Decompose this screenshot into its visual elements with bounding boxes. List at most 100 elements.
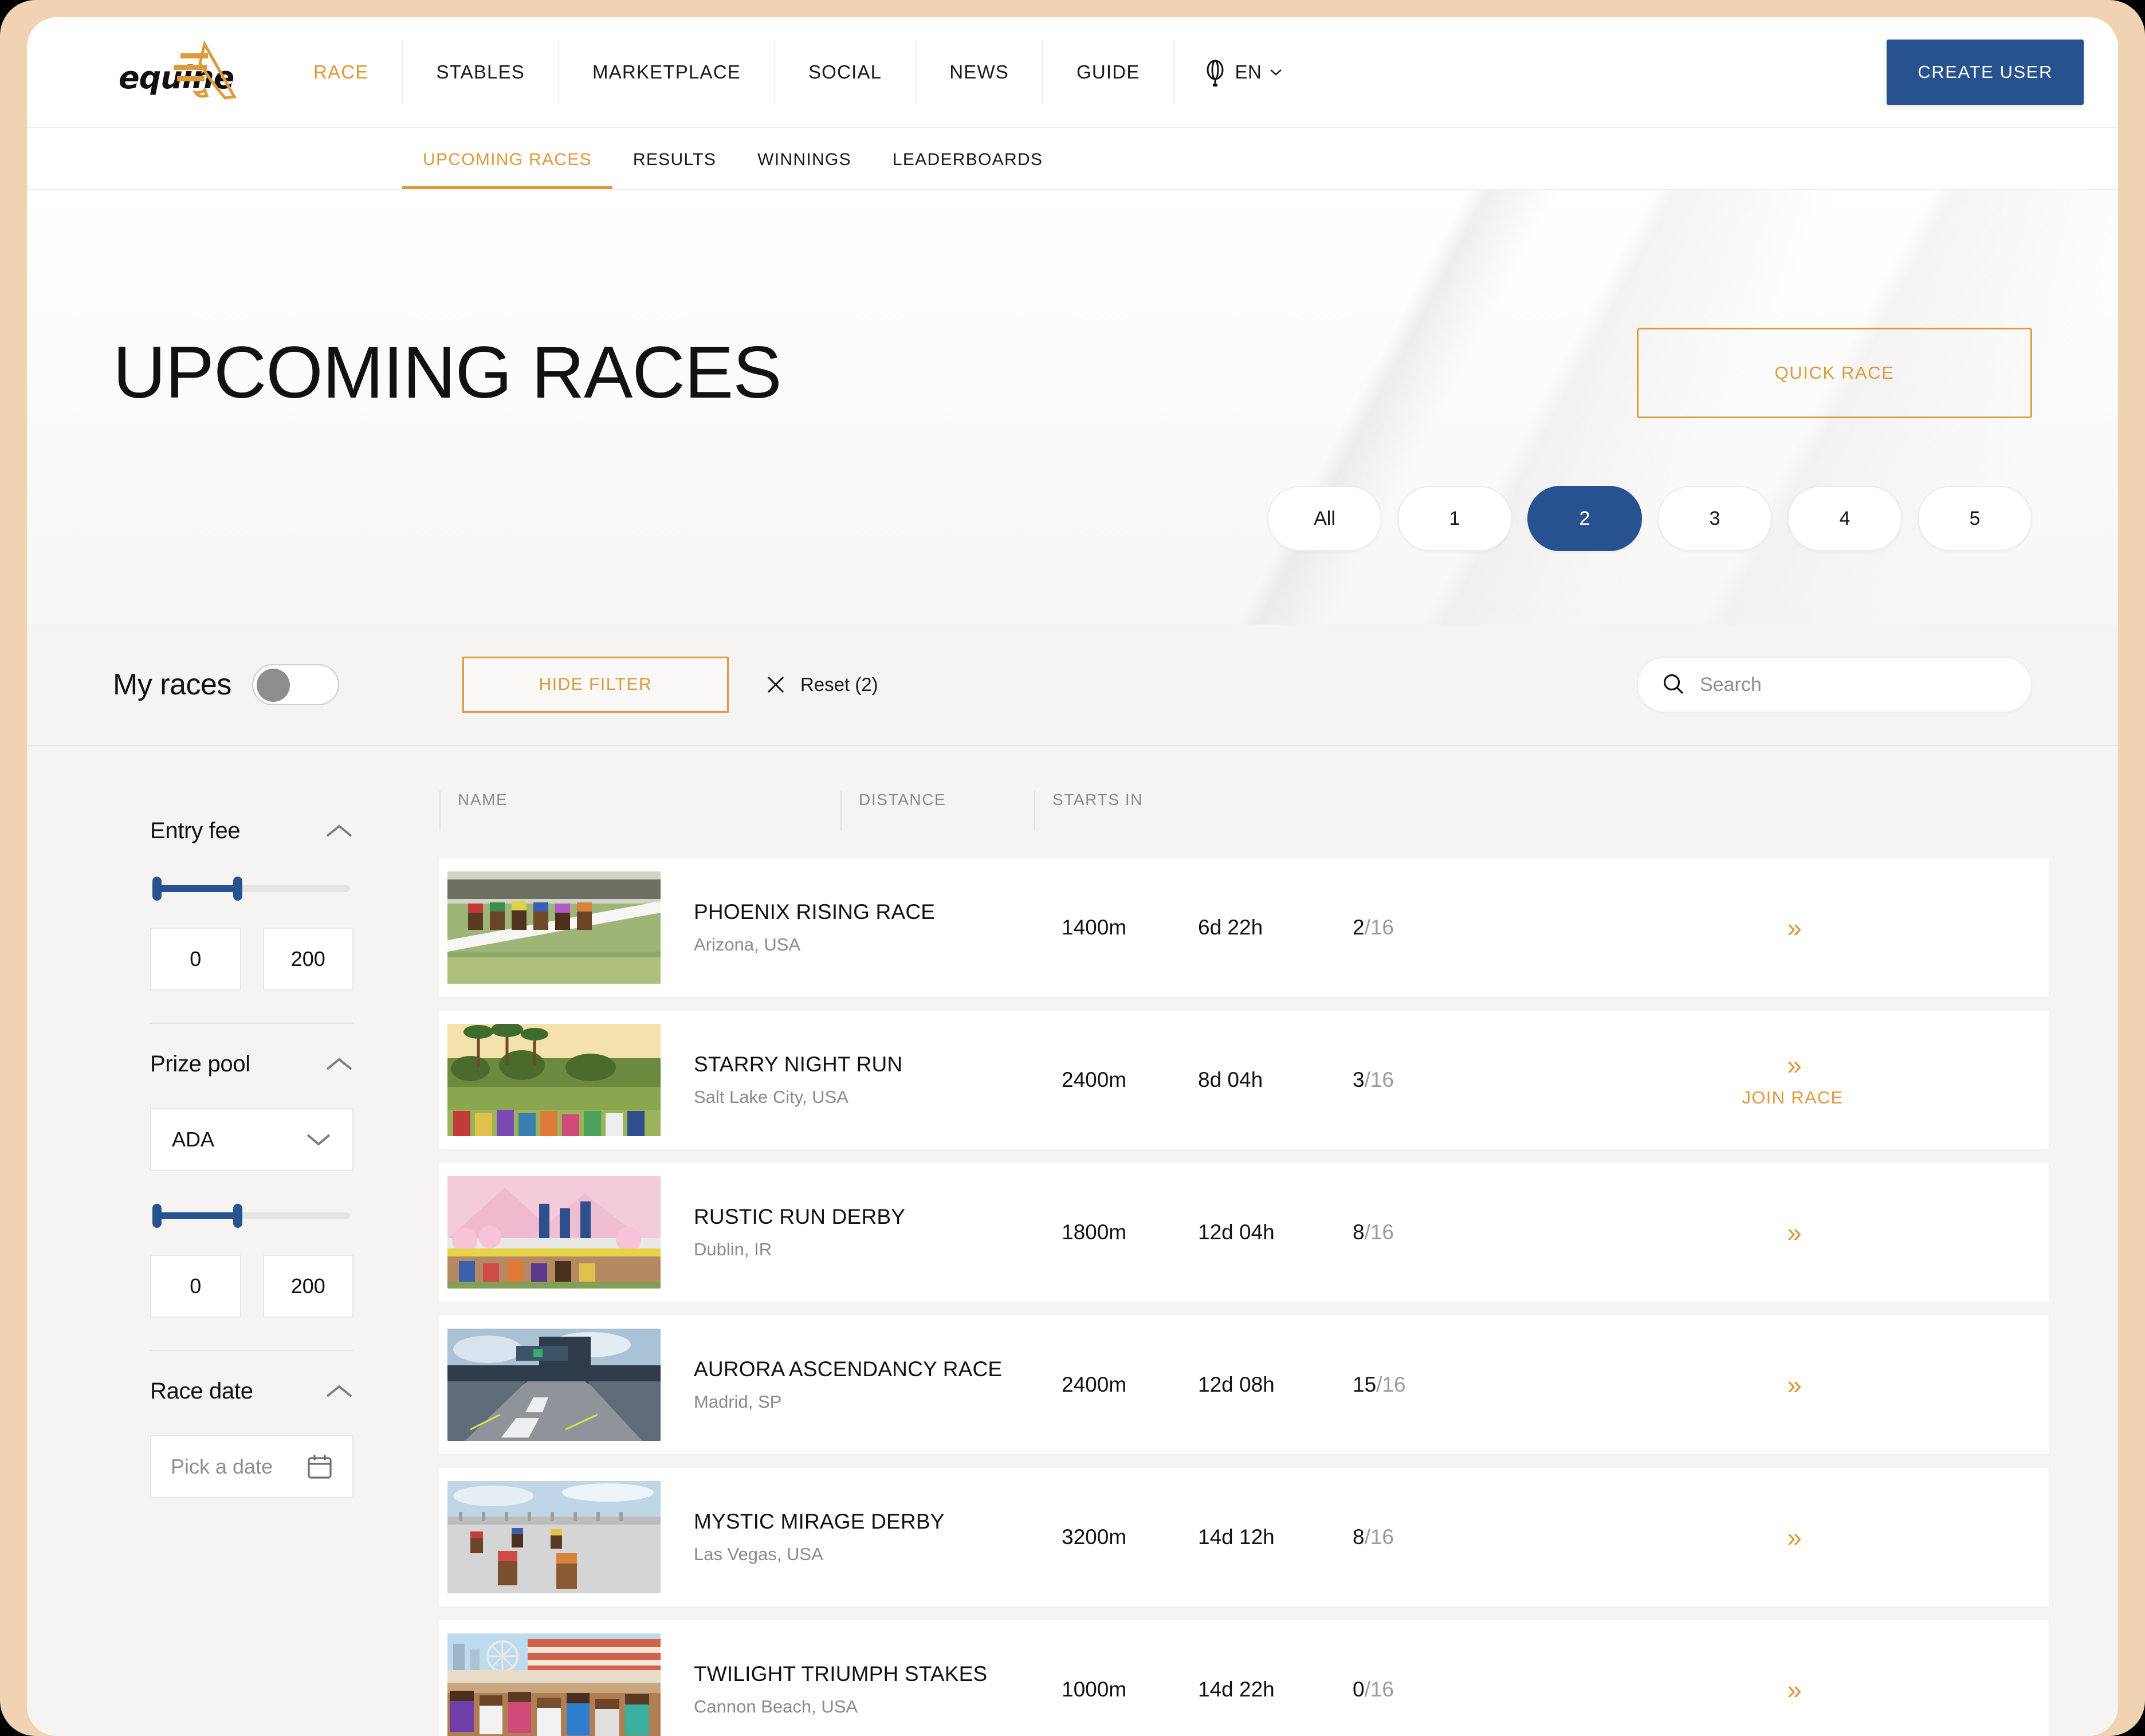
race-thumbnail: [447, 1633, 661, 1736]
prize-pool-header[interactable]: Prize pool: [150, 1024, 353, 1077]
race-distance: 2400m: [1062, 1068, 1127, 1091]
race-location: Dublin, IR: [694, 1239, 772, 1259]
horse-swoosh-icon: [174, 41, 237, 100]
race-name: MYSTIC MIRAGE DERBY: [694, 1510, 945, 1533]
race-thumbnail: [447, 1176, 661, 1289]
race-date-title: Race date: [150, 1378, 253, 1404]
race-slots: 0/16: [1353, 1678, 1536, 1702]
chevron-double-right-icon[interactable]: »: [1536, 1052, 2049, 1078]
content-body: Entry fee 0 200 Prize pool ADA 0 200 Rac…: [27, 746, 2118, 1736]
table-row[interactable]: TWILIGHT TRIUMPH STAKES Cannon Beach, US…: [439, 1620, 2049, 1736]
nav-item-stables[interactable]: STABLES: [403, 40, 560, 104]
race-action[interactable]: »: [1536, 1219, 2049, 1246]
page-pill-2[interactable]: 2: [1527, 486, 1642, 551]
race-action[interactable]: »: [1536, 1524, 2049, 1550]
slider-handle-max[interactable]: [233, 1204, 242, 1228]
slider-handle-max[interactable]: [233, 877, 242, 901]
slider-handle-min[interactable]: [152, 877, 162, 901]
race-date-input[interactable]: Pick a date: [150, 1435, 353, 1498]
tab-winnings[interactable]: WINNINGS: [737, 128, 872, 189]
currency-select[interactable]: ADA: [150, 1108, 353, 1171]
table-row[interactable]: PHOENIX RISING RACE Arizona, USA 1400m 6…: [439, 858, 2049, 997]
race-starts-in: 8d 04h: [1198, 1068, 1263, 1091]
race-distance: 1800m: [1062, 1220, 1127, 1244]
page-pill-1[interactable]: 1: [1397, 486, 1512, 551]
filters-sidebar: Entry fee 0 200 Prize pool ADA 0 200 Rac…: [27, 746, 439, 1736]
reset-label: Reset (2): [800, 674, 878, 695]
my-races-label: My races: [113, 668, 231, 701]
join-race-button[interactable]: JOIN RACE: [1536, 1087, 2049, 1108]
quick-race-button[interactable]: QUICK RACE: [1637, 328, 2032, 418]
slider-handle-min[interactable]: [152, 1204, 162, 1228]
race-location: Arizona, USA: [694, 934, 801, 955]
table-row[interactable]: AURORA ASCENDANCY RACE Madrid, SP 2400m …: [439, 1315, 2049, 1454]
race-date-header[interactable]: Race date: [150, 1351, 353, 1404]
race-distance: 1400m: [1062, 916, 1127, 939]
race-action[interactable]: »: [1536, 1676, 2049, 1703]
chevron-down-icon: [307, 1134, 331, 1146]
entry-fee-min-input[interactable]: 0: [150, 928, 241, 991]
race-action[interactable]: »: [1536, 1372, 2049, 1398]
race-location: Madrid, SP: [694, 1392, 782, 1412]
races-table: NAME DISTANCE STARTS IN PHOENIX RISING R…: [439, 746, 2118, 1736]
race-distance: 3200m: [1062, 1525, 1127, 1549]
race-date-placeholder: Pick a date: [171, 1455, 273, 1478]
race-action[interactable]: »: [1536, 914, 2049, 941]
race-capacity: /16: [1364, 916, 1394, 939]
chevron-double-right-icon[interactable]: »: [1536, 914, 2049, 941]
equine-logo[interactable]: equine: [113, 41, 256, 104]
search-input[interactable]: Search: [1637, 657, 2032, 713]
language-label: EN: [1235, 61, 1262, 83]
nav-item-guide[interactable]: GUIDE: [1043, 40, 1174, 104]
my-races-toggle[interactable]: [252, 664, 339, 705]
page-surface: equine RACE STABLES MARKETPLACE SOCIAL N…: [27, 17, 2118, 1736]
table-row[interactable]: MYSTIC MIRAGE DERBY Las Vegas, USA 3200m…: [439, 1468, 2049, 1607]
tab-leaderboards[interactable]: LEADERBOARDS: [872, 128, 1063, 189]
chevron-double-right-icon[interactable]: »: [1536, 1524, 2049, 1550]
race-joined-count: 0: [1353, 1678, 1365, 1701]
search-placeholder: Search: [1700, 673, 1762, 696]
table-row[interactable]: STARRY NIGHT RUN Salt Lake City, USA 240…: [439, 1011, 2049, 1149]
race-capacity: /16: [1376, 1373, 1406, 1396]
prize-pool-min-input[interactable]: 0: [150, 1255, 241, 1318]
reset-filters-button[interactable]: Reset (2): [765, 674, 878, 696]
race-capacity: /16: [1364, 1525, 1394, 1549]
race-slots: 8/16: [1353, 1220, 1536, 1244]
tab-upcoming-races[interactable]: UPCOMING RACES: [402, 128, 612, 189]
race-slots: 3/16: [1353, 1068, 1536, 1092]
prize-pool-max-input[interactable]: 200: [262, 1255, 353, 1318]
language-selector[interactable]: EN: [1174, 40, 1311, 104]
race-slots: 8/16: [1353, 1525, 1536, 1549]
page-pill-all[interactable]: All: [1267, 486, 1382, 551]
page-pill-5[interactable]: 5: [1918, 486, 2032, 551]
nav-item-race[interactable]: RACE: [290, 40, 403, 104]
table-row[interactable]: RUSTIC RUN DERBY Dublin, IR 1800m 12d 04…: [439, 1163, 2049, 1302]
race-distance: 2400m: [1062, 1373, 1127, 1396]
chevron-double-right-icon[interactable]: »: [1536, 1219, 2049, 1246]
race-starts-in: 14d 12h: [1198, 1525, 1275, 1549]
create-user-button[interactable]: CREATE USER: [1887, 40, 2084, 105]
nav-item-news[interactable]: NEWS: [916, 40, 1044, 104]
tab-results[interactable]: RESULTS: [612, 128, 737, 189]
page-title: UPCOMING RACES: [113, 332, 782, 414]
page-pill-4[interactable]: 4: [1787, 486, 1902, 551]
nav-item-marketplace[interactable]: MARKETPLACE: [559, 40, 775, 104]
race-joined-count: 15: [1353, 1373, 1377, 1396]
race-joined-count: 3: [1353, 1068, 1365, 1091]
entry-fee-header[interactable]: Entry fee: [150, 791, 353, 844]
prize-pool-slider[interactable]: [152, 1204, 350, 1228]
race-action[interactable]: » JOIN RACE: [1536, 1052, 2049, 1108]
race-starts-in: 14d 22h: [1198, 1678, 1275, 1701]
page-pill-3[interactable]: 3: [1657, 486, 1772, 551]
entry-fee-max-input[interactable]: 200: [262, 928, 353, 991]
hide-filter-button[interactable]: HIDE FILTER: [462, 657, 729, 713]
race-slots: 2/16: [1353, 916, 1536, 940]
nav-item-social[interactable]: SOCIAL: [775, 40, 917, 104]
race-name: STARRY NIGHT RUN: [694, 1052, 903, 1076]
main-nav: RACE STABLES MARKETPLACE SOCIAL NEWS GUI…: [290, 40, 1311, 104]
chevron-double-right-icon[interactable]: »: [1536, 1676, 2049, 1703]
race-thumbnail: [447, 1024, 661, 1136]
entry-fee-slider[interactable]: [152, 877, 350, 901]
chevron-double-right-icon[interactable]: »: [1536, 1372, 2049, 1398]
race-name: RUSTIC RUN DERBY: [694, 1205, 906, 1228]
